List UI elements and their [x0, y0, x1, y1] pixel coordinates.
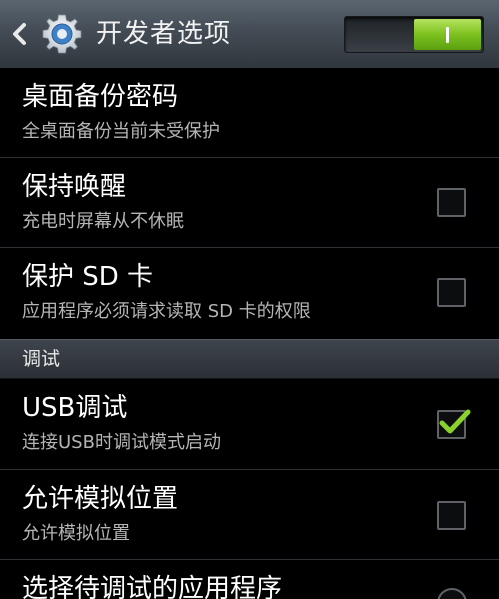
list-item-title: 保持唤醒 — [22, 172, 127, 202]
allow-mock-locations-checkbox[interactable] — [437, 501, 466, 530]
list-item-title: 选择待调试的应用程序 — [22, 574, 283, 599]
list-item-subtitle: 全桌面备份当前未受保护 — [22, 121, 220, 142]
list-item-allow-mock-locations[interactable]: 允许模拟位置 允许模拟位置 — [0, 470, 499, 560]
checkmark-icon — [439, 409, 471, 434]
developer-options-master-toggle[interactable] — [344, 16, 484, 53]
list-item-title: 桌面备份密码 — [22, 82, 179, 112]
list-item-usb-debugging[interactable]: USB调试 连接USB时调试模式启动 — [0, 379, 499, 470]
list-item-select-debug-app[interactable]: 选择待调试的应用程序 — [0, 560, 499, 599]
section-header-label: 调试 — [22, 348, 61, 370]
gear-icon — [42, 14, 82, 54]
list-item-subtitle: 应用程序必须请求读取 SD 卡的权限 — [22, 301, 311, 322]
list-item-title: USB调试 — [22, 393, 128, 423]
chevron-left-icon — [13, 23, 26, 45]
toggle-on-indicator — [446, 26, 449, 43]
list-item-subtitle: 连接USB时调试模式启动 — [22, 432, 221, 453]
protect-sd-card-checkbox[interactable] — [437, 278, 466, 307]
list-item-protect-sd-card[interactable]: 保护 SD 卡 应用程序必须请求读取 SD 卡的权限 — [0, 248, 499, 339]
back-button[interactable] — [4, 14, 34, 54]
developer-options-screen: 开发者选项 桌面备份密码 全桌面备份当前未受保护 保持唤醒 充电时屏幕从不休眠 … — [0, 0, 499, 599]
action-bar: 开发者选项 — [0, 0, 499, 69]
list-item-desktop-backup-password[interactable]: 桌面备份密码 全桌面备份当前未受保护 — [0, 68, 499, 158]
list-item-subtitle: 充电时屏幕从不休眠 — [22, 211, 184, 232]
page-title: 开发者选项 — [96, 19, 232, 49]
list-item-title: 允许模拟位置 — [22, 484, 179, 514]
list-item-subtitle: 允许模拟位置 — [22, 523, 130, 544]
stay-awake-checkbox[interactable] — [437, 188, 466, 217]
usb-debugging-checkbox[interactable] — [437, 409, 471, 439]
toggle-knob — [414, 19, 481, 50]
list-item-stay-awake[interactable]: 保持唤醒 充电时屏幕从不休眠 — [0, 158, 499, 248]
list-item-title: 保护 SD 卡 — [22, 262, 154, 292]
section-header-debugging: 调试 — [0, 339, 499, 379]
